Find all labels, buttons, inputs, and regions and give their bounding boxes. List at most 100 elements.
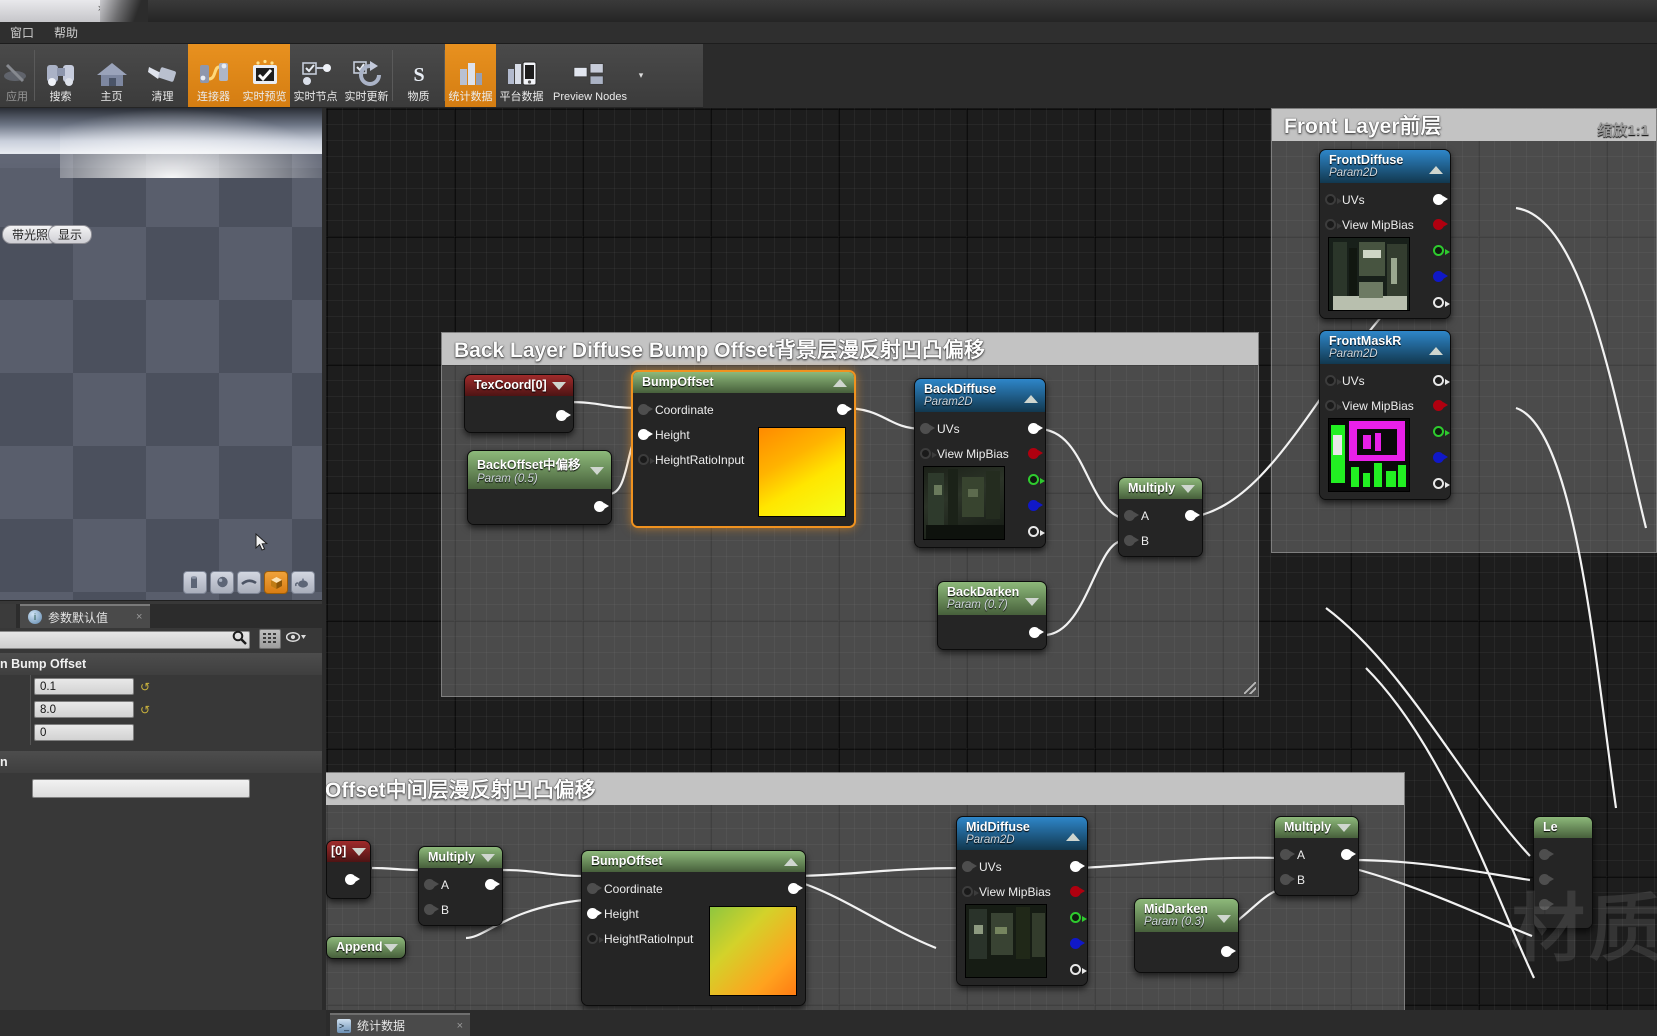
toolbar-button-substance[interactable]: S 物质 bbox=[393, 44, 444, 107]
output-pin-b[interactable] bbox=[1070, 938, 1085, 949]
chevron-down-icon[interactable] bbox=[1217, 915, 1231, 923]
node-backdiffuse[interactable]: BackDiffuse Param2D UVs View MipBias bbox=[914, 378, 1046, 548]
node-header[interactable]: FrontDiffuse Param2D bbox=[1320, 150, 1450, 183]
chevron-up-icon[interactable] bbox=[833, 379, 847, 387]
output-pin[interactable] bbox=[556, 410, 571, 421]
node-frontdiffuse[interactable]: FrontDiffuse Param2D UVs View MipBias bbox=[1319, 149, 1451, 319]
node-header[interactable]: [0] bbox=[327, 841, 370, 862]
output-pin-a[interactable] bbox=[1433, 478, 1450, 489]
input-pin[interactable] bbox=[424, 904, 439, 915]
output-pin[interactable] bbox=[345, 874, 360, 885]
node-header[interactable]: BumpOffset bbox=[633, 372, 854, 393]
node-multiply-mid-out[interactable]: Multiply A B bbox=[1274, 816, 1359, 896]
details-search-input[interactable] bbox=[0, 631, 250, 649]
input-pin[interactable] bbox=[920, 423, 935, 434]
close-icon[interactable]: × bbox=[136, 611, 142, 623]
toolbar-button-apply[interactable]: 应用 bbox=[0, 44, 34, 107]
node-bumpoffset-mid[interactable]: BumpOffset Coordinate Height HeightRatio… bbox=[581, 850, 806, 1006]
chevron-up-icon[interactable] bbox=[1429, 347, 1443, 355]
output-pin-r[interactable] bbox=[1433, 219, 1448, 230]
node-header[interactable]: BackDarken Param (0.7) bbox=[938, 582, 1046, 615]
menu-window[interactable]: 窗口 bbox=[0, 22, 44, 43]
input-pin[interactable] bbox=[638, 404, 653, 415]
toolbar-button-platform-stats[interactable]: 平台数据 bbox=[496, 44, 547, 107]
output-pin-a[interactable] bbox=[1028, 526, 1045, 537]
details-visibility-dropdown[interactable] bbox=[285, 631, 308, 646]
chevron-up-icon[interactable] bbox=[1429, 166, 1443, 174]
node-input-row[interactable]: View MipBias bbox=[1320, 212, 1450, 237]
menu-help[interactable]: 帮助 bbox=[44, 22, 88, 43]
bottom-tab-stats[interactable]: >_ 统计数据 × bbox=[330, 1013, 470, 1036]
input-pin[interactable] bbox=[587, 908, 602, 919]
node-lerp-right[interactable]: Le bbox=[1533, 816, 1593, 929]
close-icon[interactable]: × bbox=[457, 1020, 463, 1032]
toolbar-button-clean[interactable]: 清理 bbox=[137, 44, 188, 107]
input-pin[interactable] bbox=[962, 861, 977, 872]
comment-header[interactable]: Back Layer Diffuse Bump Offset背景层漫反射凹凸偏移 bbox=[442, 333, 1258, 365]
toolbar-button-preview-nodes[interactable]: Preview Nodes bbox=[547, 44, 633, 107]
node-multiply-mid-in[interactable]: Multiply A B bbox=[418, 846, 503, 926]
toolbar-button-live-nodes[interactable]: 实时节点 bbox=[290, 44, 341, 107]
output-pin-rgba[interactable] bbox=[1070, 861, 1085, 872]
output-pin-g[interactable] bbox=[1433, 426, 1450, 437]
node-input-row[interactable]: A bbox=[419, 872, 502, 897]
details-value-input[interactable]: 0.1 bbox=[34, 678, 134, 695]
chevron-down-icon[interactable] bbox=[481, 854, 495, 862]
node-header[interactable]: BackDiffuse Param2D bbox=[915, 379, 1045, 412]
reset-icon[interactable]: ↺ bbox=[140, 703, 150, 717]
document-tab[interactable]: × bbox=[0, 0, 112, 22]
chevron-up-icon[interactable] bbox=[1066, 833, 1080, 841]
chevron-down-icon[interactable] bbox=[1181, 485, 1195, 493]
input-pin[interactable] bbox=[1124, 510, 1139, 521]
input-pin[interactable] bbox=[1325, 375, 1342, 386]
input-pin[interactable] bbox=[638, 429, 653, 440]
details-value-input[interactable]: 8.0 bbox=[34, 701, 134, 718]
chevron-down-icon[interactable] bbox=[1337, 824, 1351, 832]
node-input-row[interactable]: B bbox=[1275, 867, 1358, 892]
output-pin-r[interactable] bbox=[1070, 886, 1085, 897]
toolbar-button-live-update[interactable]: 实时更新 bbox=[341, 44, 392, 107]
node-append[interactable]: Append bbox=[326, 936, 406, 959]
output-pin[interactable] bbox=[1029, 627, 1044, 638]
output-pin-b[interactable] bbox=[1433, 452, 1448, 463]
node-middiffuse[interactable]: MidDiffuse Param2D UVs View MipBias bbox=[956, 816, 1088, 986]
input-pin[interactable] bbox=[1325, 194, 1342, 205]
output-pin-b[interactable] bbox=[1433, 271, 1448, 282]
details-tab-ghost[interactable] bbox=[0, 604, 16, 628]
node-header[interactable]: Multiply bbox=[419, 847, 502, 868]
details-section-header-2[interactable]: n bbox=[0, 751, 322, 773]
node-texcoord-0[interactable]: TexCoord[0] bbox=[464, 374, 574, 433]
preview-shape-cube[interactable] bbox=[264, 571, 288, 594]
preview-shape-cylinder[interactable] bbox=[183, 571, 207, 594]
output-pin[interactable] bbox=[594, 501, 609, 512]
node-texcoord-mid[interactable]: [0] bbox=[326, 840, 371, 899]
node-input-row[interactable]: UVs bbox=[1320, 187, 1450, 212]
toolbar-button-stats[interactable]: 统计数据 bbox=[445, 44, 496, 107]
node-input-row[interactable] bbox=[1534, 867, 1592, 892]
chevron-up-icon[interactable] bbox=[1024, 395, 1038, 403]
input-pin[interactable] bbox=[1280, 874, 1295, 885]
details-grid-view-button[interactable] bbox=[259, 629, 281, 649]
node-input-row[interactable]: View MipBias bbox=[1320, 393, 1450, 418]
node-input-row[interactable] bbox=[1534, 892, 1592, 917]
chevron-down-icon[interactable] bbox=[552, 382, 566, 390]
output-pin[interactable] bbox=[485, 879, 500, 890]
output-pin-b[interactable] bbox=[1028, 500, 1043, 511]
input-pin[interactable] bbox=[1539, 849, 1554, 860]
input-pin[interactable] bbox=[1325, 219, 1342, 230]
input-pin[interactable] bbox=[1539, 874, 1554, 885]
node-header[interactable]: MidDiffuse Param2D bbox=[957, 817, 1087, 850]
node-header[interactable]: Append bbox=[327, 937, 405, 958]
node-header[interactable]: Le bbox=[1534, 817, 1592, 838]
node-input-row[interactable]: UVs bbox=[1320, 368, 1450, 393]
node-input-row[interactable]: UVs bbox=[957, 854, 1087, 879]
preview-shape-sphere[interactable] bbox=[210, 571, 234, 594]
node-header[interactable]: TexCoord[0] bbox=[465, 375, 573, 396]
node-input-row[interactable] bbox=[1534, 842, 1592, 867]
node-input-row[interactable]: Coordinate bbox=[633, 397, 854, 422]
node-header[interactable]: Multiply bbox=[1119, 478, 1202, 499]
node-input-row[interactable]: B bbox=[1119, 528, 1202, 553]
node-middarken[interactable]: MidDarken Param (0.3) bbox=[1134, 898, 1239, 973]
node-input-row[interactable]: A bbox=[1119, 503, 1202, 528]
output-pin-rgba[interactable] bbox=[1433, 375, 1450, 386]
